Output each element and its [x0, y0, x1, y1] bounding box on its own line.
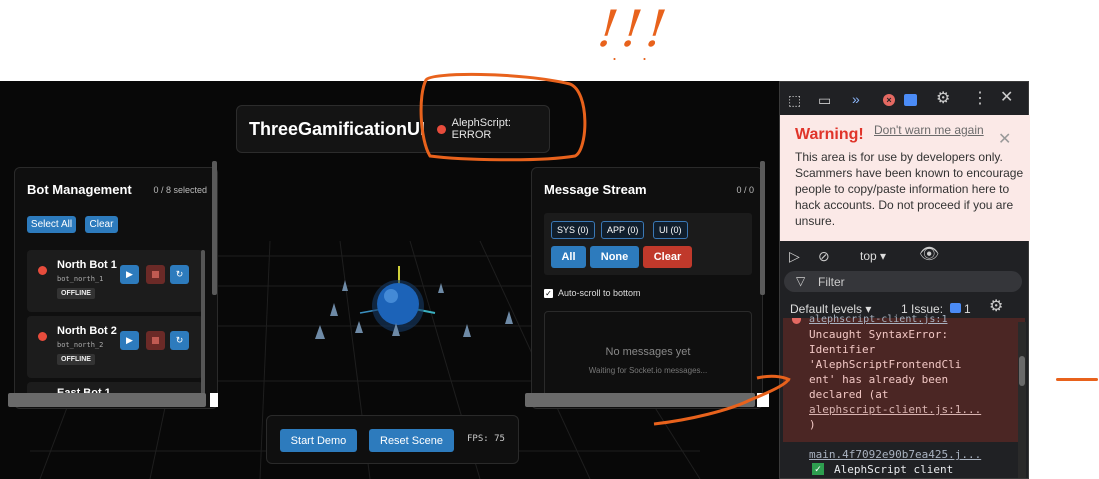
- bot-panel-title: Bot Management: [27, 182, 132, 197]
- connection-status: AlephScript: ERROR: [451, 117, 511, 141]
- bot-status-badge: OFFLINE: [57, 354, 95, 365]
- clear-selection-button[interactable]: Clear: [85, 216, 118, 233]
- dont-warn-link[interactable]: Don't warn me again: [874, 123, 984, 137]
- scroll-corner: [757, 393, 769, 407]
- check-icon: ✓: [812, 463, 824, 475]
- issues-count: 1: [964, 302, 971, 316]
- bot-status-dot: [38, 332, 47, 341]
- bot-name: North Bot 1: [57, 259, 117, 271]
- filter-all-button[interactable]: All: [551, 246, 586, 268]
- error-location-link[interactable]: alephscript-client.js:1...: [809, 402, 981, 417]
- annotation-dash: [1056, 378, 1098, 381]
- clear-messages-button[interactable]: Clear: [643, 246, 692, 268]
- filter-none-button[interactable]: None: [590, 246, 639, 268]
- bot-card[interactable]: North Bot 1 bot_north_1 OFFLINE ▶ ↻: [27, 250, 203, 312]
- bot-list-scrollbar[interactable]: [201, 250, 205, 400]
- filter-app[interactable]: APP (0): [601, 221, 645, 239]
- error-line: Uncaught SyntaxError:: [809, 328, 949, 341]
- message-stream-panel: Message Stream 0 / 0 SYS (0) APP (0) UI …: [531, 167, 763, 409]
- log-source-link[interactable]: main.4f7092e90b7ea425.j...: [809, 447, 981, 462]
- annotation-dots: . .: [612, 44, 658, 64]
- panel-outer-scrollbar[interactable]: [212, 161, 217, 295]
- play-icon[interactable]: ▶: [120, 265, 139, 284]
- settings-icon[interactable]: ⚙: [936, 91, 950, 107]
- bot-panel-hscrollbar[interactable]: [8, 393, 206, 407]
- start-demo-button[interactable]: Start Demo: [280, 429, 357, 452]
- bot-status-badge: OFFLINE: [57, 288, 95, 299]
- console-scrollbar[interactable]: [1018, 322, 1026, 478]
- bot-id: bot_north_1: [57, 275, 104, 283]
- empty-subtitle: Waiting for Socket.io messages...: [588, 366, 708, 375]
- refresh-icon[interactable]: ↻: [170, 331, 189, 350]
- log-message: AlephScript client: [834, 463, 954, 476]
- warning-title: Warning!: [795, 126, 864, 143]
- devtools-panel: ⬚ ▭ » × ⚙ ⋮ ✕ Warning! Don't warn me aga…: [779, 81, 1030, 479]
- bot-management-panel: Bot Management 0 / 8 selected Select All…: [14, 167, 218, 409]
- eye-icon[interactable]: 👁: [919, 247, 939, 263]
- autoscroll-checkbox[interactable]: ✓: [544, 288, 553, 298]
- error-icon: [792, 318, 801, 324]
- close-icon[interactable]: ✕: [1000, 90, 1013, 106]
- device-toggle-icon[interactable]: ▭: [818, 93, 831, 107]
- filter-placeholder: Filter: [818, 275, 845, 289]
- more-tabs-icon[interactable]: »: [852, 92, 860, 106]
- error-line: ent' has already been: [809, 373, 949, 386]
- bot-card[interactable]: North Bot 2 bot_north_2 OFFLINE ▶ ↻: [27, 316, 203, 378]
- error-source-link[interactable]: alephscript-client.js:1: [809, 312, 947, 327]
- error-count-icon[interactable]: ×: [883, 94, 895, 106]
- select-all-button[interactable]: Select All: [27, 216, 76, 233]
- selfxss-warning: Warning! Don't warn me again ✕ This area…: [780, 115, 1030, 241]
- message-panel-hscrollbar[interactable]: [525, 393, 755, 407]
- console-error-message: alephscript-client.js:1 Uncaught SyntaxE…: [783, 314, 1025, 442]
- scene-controls: Start Demo Reset Scene FPS: 75: [266, 415, 519, 464]
- game-viewport[interactable]: ThreeGamificationUI AlephScript: ERROR B…: [0, 81, 779, 479]
- stop-icon[interactable]: [146, 331, 165, 350]
- context-selector[interactable]: top ▾: [860, 249, 886, 263]
- issues-icon: [950, 303, 961, 313]
- filter-ui[interactable]: UI (0): [653, 221, 688, 239]
- fps-readout: FPS: 75: [467, 434, 505, 444]
- autoscroll-label: Auto-scroll to bottom: [558, 288, 641, 298]
- error-line: declared (at: [809, 388, 889, 401]
- error-line: Identifier: [809, 343, 876, 356]
- play-icon[interactable]: ▶: [120, 331, 139, 350]
- close-icon[interactable]: ✕: [998, 129, 1011, 149]
- console-settings-icon[interactable]: ⚙: [989, 299, 1003, 315]
- reset-scene-button[interactable]: Reset Scene: [369, 429, 454, 452]
- kebab-menu-icon[interactable]: ⋮: [972, 91, 988, 107]
- bot-selection-count: 0 / 8 selected: [153, 184, 207, 195]
- filter-icon: ▽: [796, 274, 806, 288]
- refresh-icon[interactable]: ↻: [170, 265, 189, 284]
- scroll-corner: [210, 393, 218, 407]
- empty-title: No messages yet: [605, 346, 691, 358]
- clear-console-icon[interactable]: ⊘: [818, 249, 830, 263]
- message-panel-scrollbar[interactable]: [760, 161, 765, 295]
- sidebar-toggle-icon[interactable]: ▷: [789, 249, 800, 263]
- bot-name: North Bot 2: [57, 325, 117, 337]
- message-panel-title: Message Stream: [544, 182, 647, 197]
- console-filter-input[interactable]: ▽ Filter: [784, 271, 1022, 292]
- bot-id: bot_north_2: [57, 341, 104, 349]
- stop-icon[interactable]: [146, 265, 165, 284]
- app-title-box: ThreeGamificationUI AlephScript: ERROR: [236, 105, 550, 153]
- error-line: ): [809, 418, 816, 431]
- bot-status-dot: [38, 266, 47, 275]
- app-title: ThreeGamificationUI: [249, 118, 426, 139]
- message-list[interactable]: No messages yet Waiting for Socket.io me…: [544, 311, 752, 403]
- filter-box: SYS (0) APP (0) UI (0) All None Clear: [544, 213, 752, 275]
- filter-sys[interactable]: SYS (0): [551, 221, 595, 239]
- message-count: 0 / 0: [736, 184, 754, 195]
- status-dot: [437, 124, 446, 134]
- inspect-icon[interactable]: ⬚: [788, 93, 801, 107]
- error-line: 'AlephScriptFrontendCli: [809, 358, 962, 371]
- message-count-icon[interactable]: [904, 94, 917, 106]
- warning-body: This area is for use by developers only.…: [795, 150, 1024, 228]
